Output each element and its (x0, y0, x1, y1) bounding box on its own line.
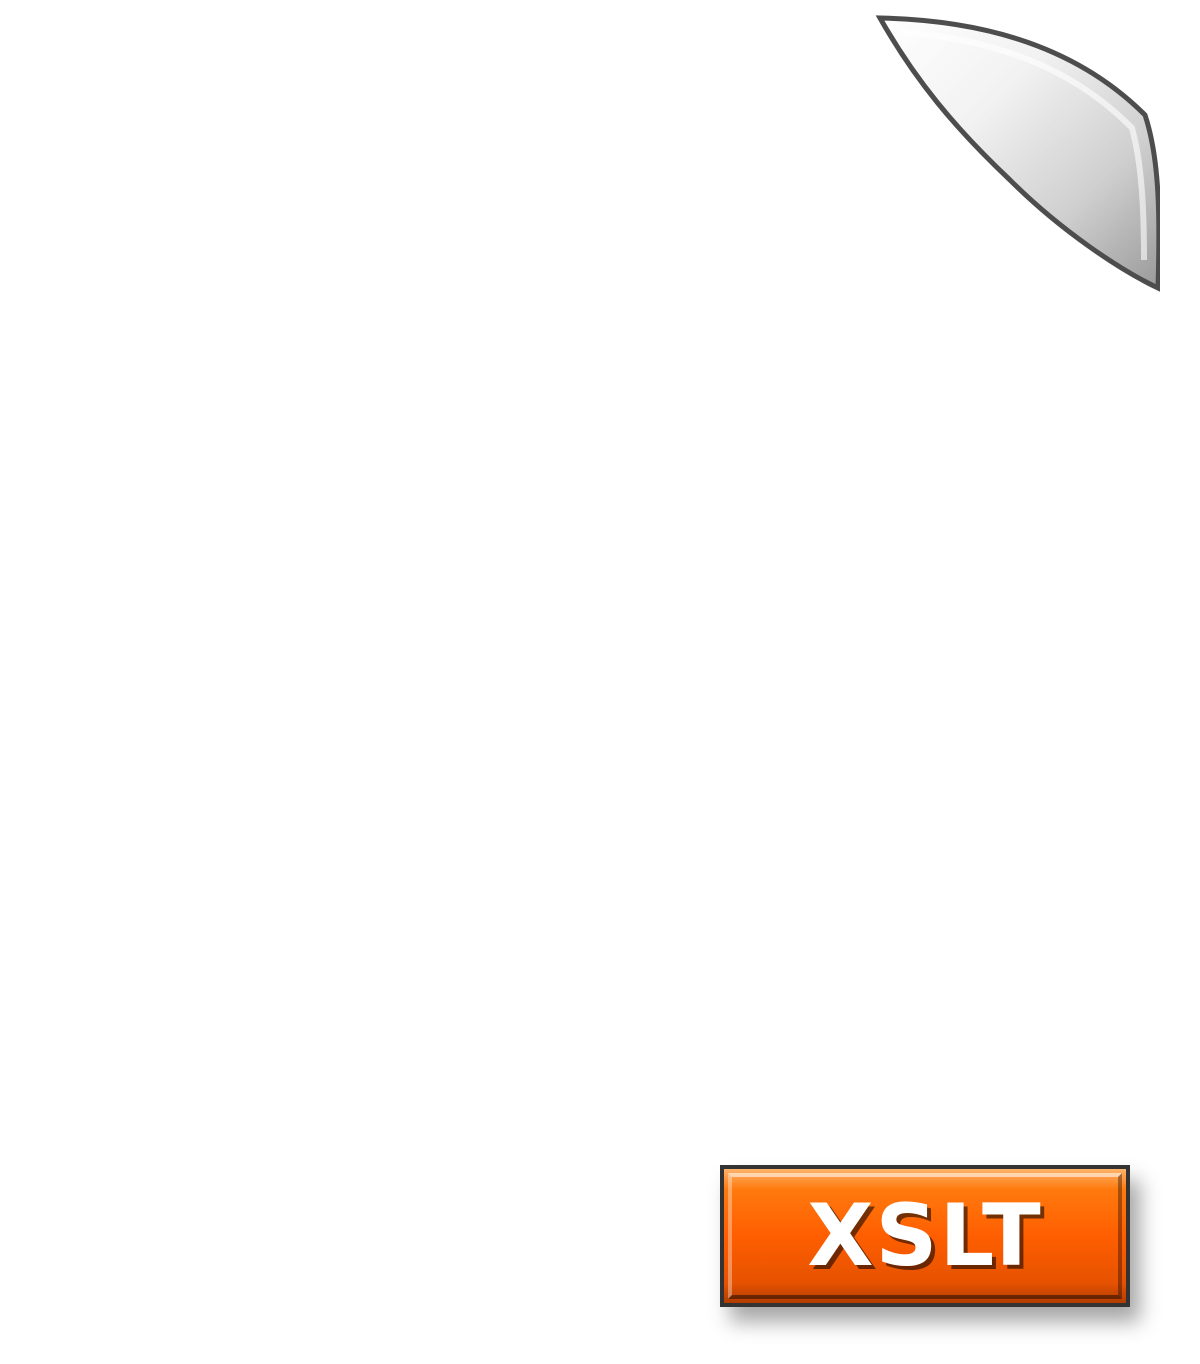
file-type-illustration: <?xml version="1.0" e <xsl:stylesheet xm… (0, 0, 1200, 1364)
file-type-badge: XSLT (720, 1165, 1130, 1307)
badge-label: XSLT (807, 1186, 1042, 1286)
